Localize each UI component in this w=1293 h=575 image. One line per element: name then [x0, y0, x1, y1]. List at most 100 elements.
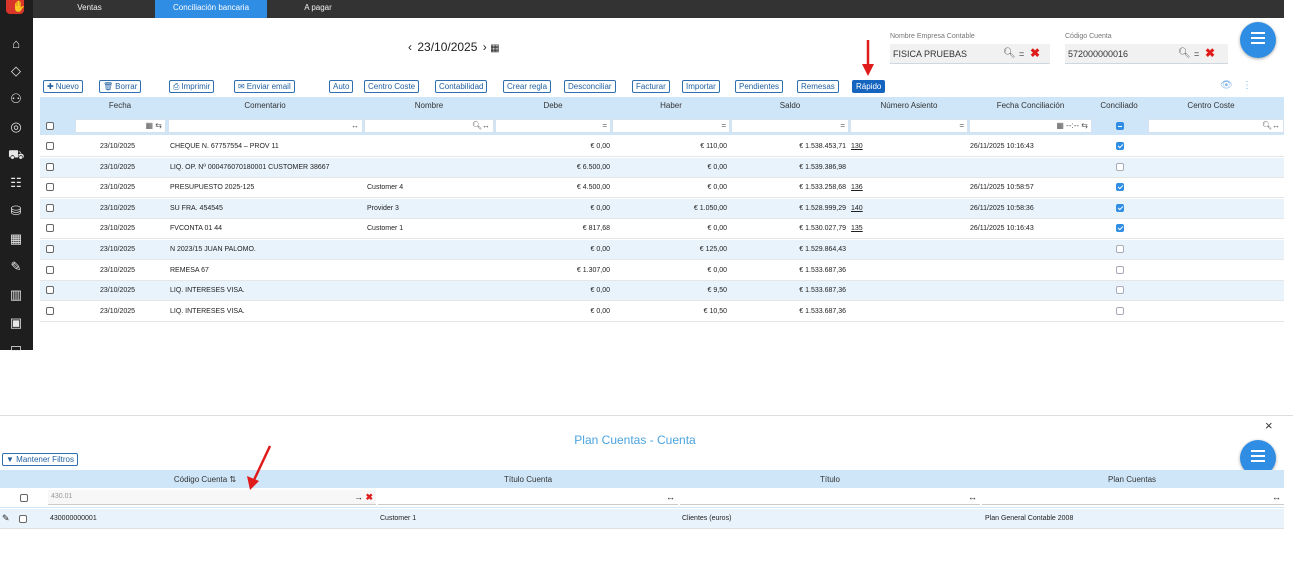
- table-row[interactable]: 23/10/2025 LIQ. INTERESES VISA. € 0,00 € 10…: [40, 302, 1284, 322]
- clear-icon[interactable]: ✖: [1205, 43, 1215, 63]
- col-fecha[interactable]: Fecha: [75, 101, 165, 110]
- fecha-filter[interactable]: ▦ ⇆: [75, 119, 166, 133]
- cell-asiento[interactable]: 135: [851, 225, 863, 232]
- equals-operator[interactable]: =: [1019, 44, 1024, 64]
- conciliado-checkbox[interactable]: [1116, 203, 1124, 212]
- contabilidad-button[interactable]: Contabilidad: [435, 80, 488, 93]
- conciliado-checkbox[interactable]: [1116, 142, 1124, 150]
- comentario-filter[interactable]: ↔: [168, 119, 363, 133]
- current-date[interactable]: 23/10/2025: [417, 40, 477, 54]
- table-row[interactable]: 23/10/2025 CHEQUE N. 67757554 – PROV 11 € …: [40, 137, 1284, 157]
- tab-conciliacion-bancaria[interactable]: Conciliación bancaria: [155, 0, 267, 18]
- range-icon[interactable]: ⇆: [1081, 121, 1088, 130]
- eye-icon[interactable]: 👁︎: [1220, 80, 1233, 91]
- titulo-cuenta-filter[interactable]: ↔: [378, 490, 678, 505]
- imprimir-button[interactable]: ⎙ Imprimir: [169, 80, 215, 93]
- row-checkbox[interactable]: [46, 142, 54, 150]
- table-row[interactable]: 23/10/2025 PRESUPUESTO 2025-125 Customer 4…: [40, 178, 1284, 199]
- row-checkbox[interactable]: [46, 162, 54, 171]
- nombre-filter[interactable]: 🔍︎↔: [364, 119, 494, 133]
- rapido-button[interactable]: Rápido: [852, 80, 886, 93]
- calendar-icon[interactable]: ▦: [490, 43, 499, 54]
- conciliado-filter-checkbox[interactable]: [1116, 122, 1124, 130]
- conciliado-checkbox[interactable]: [1116, 286, 1124, 295]
- borrar-button[interactable]: 🗑︎ Borrar: [99, 80, 142, 93]
- row-checkbox[interactable]: [46, 265, 54, 274]
- search-icon[interactable]: 🔍︎: [1178, 44, 1191, 64]
- row-checkbox[interactable]: [46, 306, 54, 315]
- cell-asiento[interactable]: 136: [851, 184, 863, 191]
- row-checkbox[interactable]: [46, 203, 54, 212]
- close-icon[interactable]: ×: [1265, 418, 1273, 433]
- wallet-icon[interactable]: ▭: [8, 340, 24, 356]
- table-row[interactable]: 23/10/2025 LIQ. INTERESES VISA. € 0,00 € 9,…: [40, 281, 1284, 302]
- row-checkbox[interactable]: [46, 224, 54, 233]
- conciliado-checkbox[interactable]: [1116, 183, 1124, 192]
- remesas-button[interactable]: Remesas: [797, 80, 839, 93]
- clear-icon[interactable]: ✖: [365, 492, 373, 502]
- calendar-icon[interactable]: ▦: [1056, 121, 1064, 130]
- search-icon[interactable]: 🔍︎: [1003, 44, 1016, 64]
- main-menu-button[interactable]: [1240, 22, 1276, 58]
- mantener-filtros-button[interactable]: ▼ Mantener Filtros: [2, 453, 78, 466]
- crear-regla-button[interactable]: Crear regla: [503, 80, 552, 93]
- prev-date-button[interactable]: ‹: [408, 40, 412, 54]
- home-icon[interactable]: ⌂: [8, 36, 24, 52]
- importar-button[interactable]: Importar: [682, 80, 720, 93]
- desconciliar-button[interactable]: Desconciliar: [564, 80, 616, 93]
- auto-button[interactable]: Auto: [329, 80, 354, 93]
- col-codigo-cuenta[interactable]: Código Cuenta ⇅: [40, 475, 370, 484]
- debe-filter[interactable]: =: [495, 119, 611, 133]
- equals-operator[interactable]: =: [1194, 44, 1199, 64]
- target-icon[interactable]: ◎: [8, 119, 24, 135]
- row-checkbox[interactable]: [19, 515, 27, 523]
- row-checkbox[interactable]: [46, 286, 54, 295]
- users-icon[interactable]: ⚇: [8, 91, 24, 107]
- codigo-cuenta-filter[interactable]: 430.01 → ✖: [48, 490, 376, 505]
- col-debe[interactable]: Debe: [495, 101, 611, 110]
- col-comentario[interactable]: Comentario: [168, 101, 362, 110]
- select-all-checkbox[interactable]: [20, 494, 28, 502]
- nuevo-button[interactable]: ✚ Nuevo: [43, 80, 83, 93]
- col-haber[interactable]: Haber: [612, 101, 730, 110]
- table-row[interactable]: 23/10/2025 FVCONTA 01 44 Customer 1 € 817,6…: [40, 219, 1284, 240]
- fecha-conciliacion-filter[interactable]: ▦ --:-- ⇆: [969, 119, 1092, 133]
- centro-coste-filter[interactable]: 🔍︎↔: [1148, 119, 1284, 133]
- col-fecha-conciliacion[interactable]: Fecha Conciliación: [969, 101, 1092, 110]
- conciliado-checkbox[interactable]: [1116, 265, 1124, 274]
- edit-icon[interactable]: ✎: [2, 513, 10, 524]
- table-row[interactable]: 23/10/2025 N 2023/15 JUAN PALOMO. € 0,00 € …: [40, 240, 1284, 260]
- edit-icon[interactable]: ✎: [8, 259, 24, 275]
- coins-icon[interactable]: ⛁: [8, 203, 24, 219]
- row-checkbox[interactable]: [46, 183, 54, 192]
- tab-ventas[interactable]: Ventas: [33, 0, 146, 18]
- col-saldo[interactable]: Saldo: [731, 101, 849, 110]
- facturar-button[interactable]: Facturar: [632, 80, 670, 93]
- col-plan-cuentas[interactable]: Plan Cuentas: [982, 475, 1282, 484]
- table-row[interactable]: ✎ 430000000001 Customer 1 Clientes (euro…: [0, 509, 1284, 529]
- empresa-field[interactable]: FISICA PRUEBAS 🔍︎ = ✖: [890, 44, 1050, 64]
- table-row[interactable]: 23/10/2025 REMESA 67 € 1.307,00 € 0,00 € 1.5…: [40, 261, 1284, 281]
- table-row[interactable]: 23/10/2025 SU FRA. 454545 Provider 3 € 0,00…: [40, 198, 1284, 219]
- group-icon[interactable]: ☷: [8, 175, 24, 191]
- more-vertical-icon[interactable]: ⋮: [1242, 80, 1252, 91]
- row-checkbox[interactable]: [46, 245, 54, 253]
- range-icon[interactable]: ⇆: [155, 121, 162, 130]
- centro-coste-button[interactable]: Centro Coste: [364, 80, 420, 93]
- saldo-filter[interactable]: =: [731, 119, 849, 133]
- chart-icon[interactable]: ▥: [8, 287, 24, 303]
- haber-filter[interactable]: =: [612, 119, 730, 133]
- app-logo[interactable]: ✋: [6, 0, 26, 14]
- calculator-icon[interactable]: ▦: [8, 231, 24, 247]
- col-numero-asiento[interactable]: Número Asiento: [850, 101, 968, 110]
- col-conciliado[interactable]: Conciliado: [1093, 101, 1145, 110]
- calendar-icon[interactable]: ▦: [146, 121, 154, 130]
- col-nombre[interactable]: Nombre: [364, 101, 494, 110]
- clear-icon[interactable]: ✖: [1030, 43, 1040, 63]
- cuenta-field[interactable]: 572000000016 🔍︎ = ✖: [1065, 44, 1228, 64]
- select-all-checkbox[interactable]: [46, 122, 54, 130]
- col-titulo[interactable]: Título: [680, 475, 980, 484]
- conciliado-checkbox[interactable]: [1116, 162, 1124, 171]
- conciliado-checkbox[interactable]: [1116, 224, 1124, 233]
- id-card-icon[interactable]: ▣: [8, 315, 24, 331]
